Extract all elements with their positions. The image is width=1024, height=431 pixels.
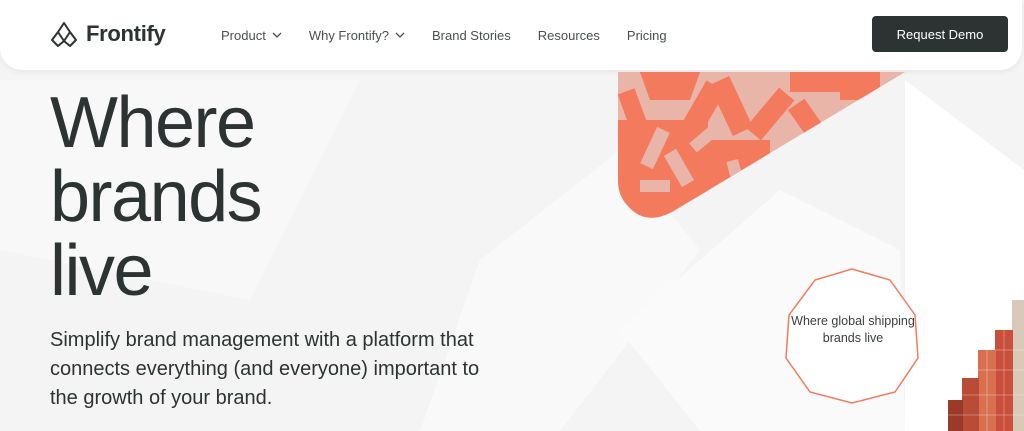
badge-text: Where global shipping brands live — [791, 314, 915, 345]
coral-pattern-tile — [618, 72, 905, 218]
container-ship-photo — [948, 300, 1024, 431]
hero-illustration — [618, 72, 1024, 431]
